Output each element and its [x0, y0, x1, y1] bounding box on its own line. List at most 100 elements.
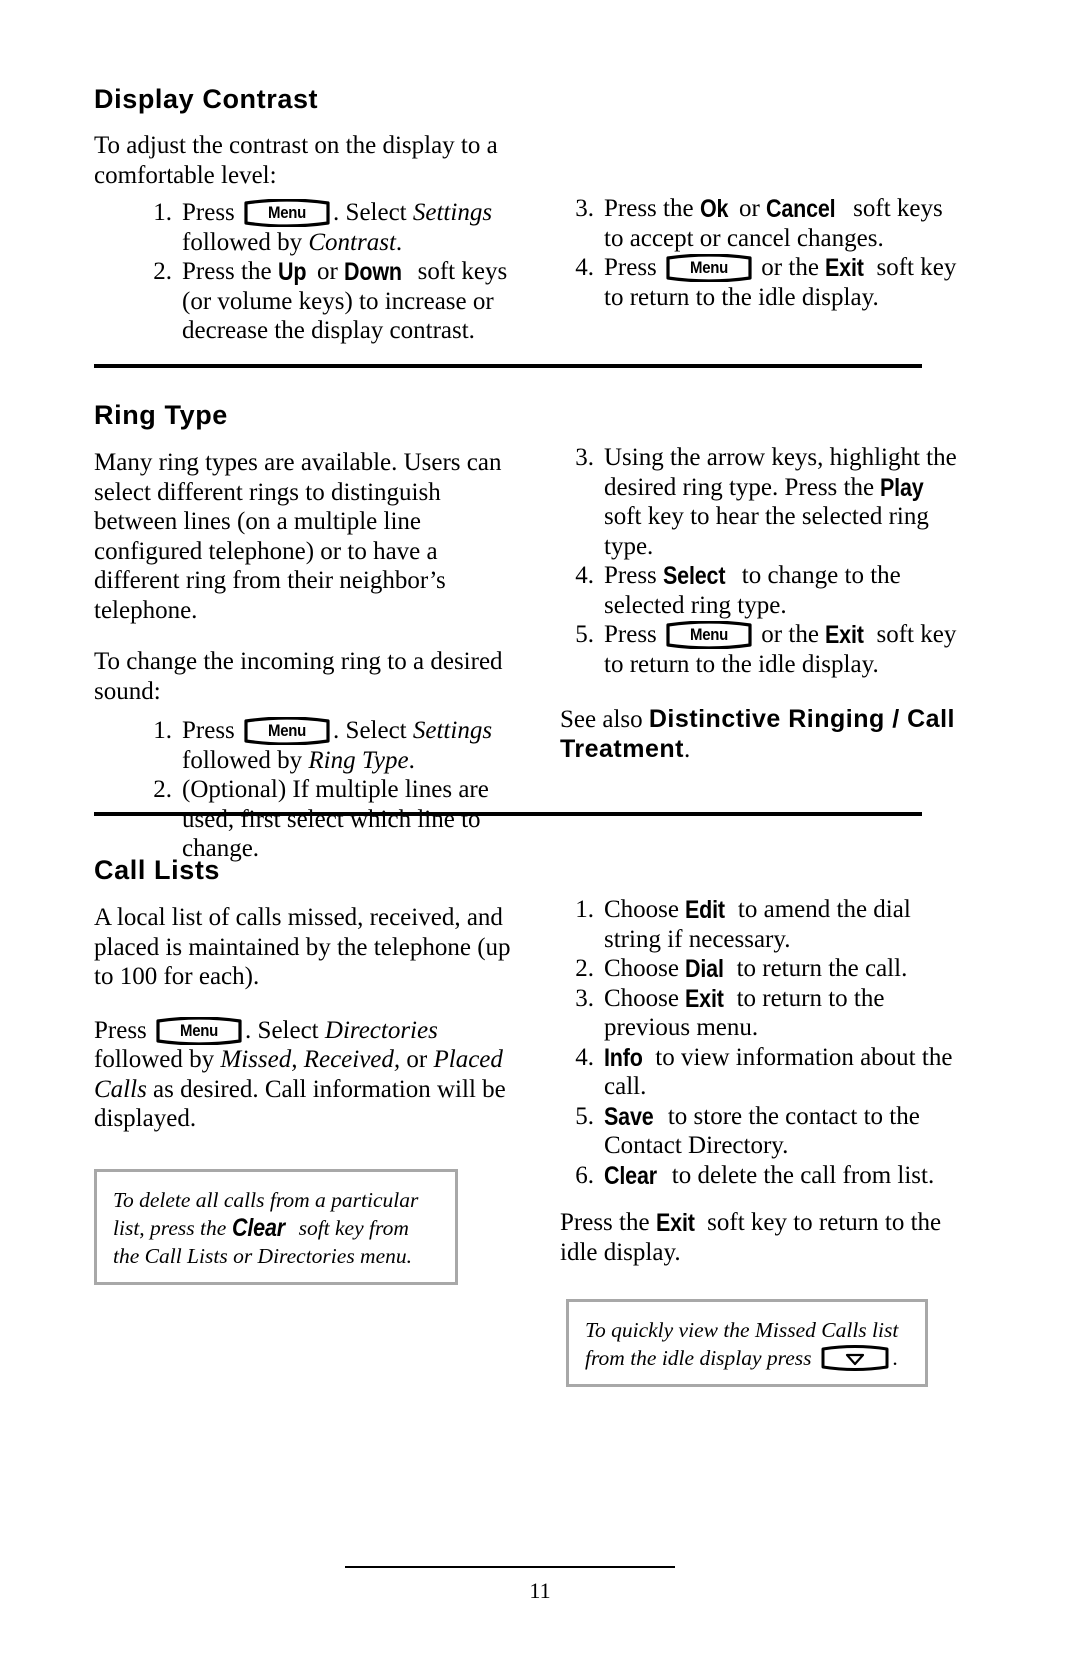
see-also-trail: . — [683, 735, 691, 763]
section-divider-2 — [94, 812, 922, 816]
step-number: 3. — [575, 195, 594, 222]
step-number: 4. — [575, 562, 594, 589]
list-item: 2. Choose Dial to return the call. — [560, 954, 960, 984]
emphasis-text: Settings — [412, 199, 493, 226]
call-lists-closing: Press the Exit soft key to return to the… — [560, 1209, 942, 1266]
soft-key-label: Clear — [231, 1213, 285, 1242]
step-number: 2. — [153, 258, 172, 285]
section-ring-type-left: Ring Type Many ring types are available.… — [94, 400, 512, 864]
list-item: 3. Press the Ok or Cancel soft keys to ac… — [560, 194, 960, 253]
step-text: Press the Up or Down soft keys (or volum… — [182, 258, 508, 344]
page-number: 11 — [529, 1578, 551, 1603]
step-text: Press Menu or the Exit soft key to retur… — [604, 254, 957, 311]
step-number: 1. — [153, 717, 172, 744]
list-item: 5. Save to store the contact to the Conta… — [560, 1102, 960, 1161]
section-divider-1 — [94, 364, 922, 368]
menu-key-icon: Menu — [665, 621, 753, 649]
list-item: 4. Press Select to change to the selected… — [560, 561, 960, 620]
step-number: 3. — [575, 444, 594, 471]
step-number: 1. — [575, 896, 594, 923]
emphasis-text: Ring Type — [308, 746, 409, 774]
step-text: Press Select to change to the selected r… — [604, 562, 901, 619]
section-call-lists-right: 1. Choose Edit to amend the dial string i… — [560, 895, 960, 1387]
soft-key-label: Dial — [685, 955, 725, 983]
list-item: 1. Press Menu. Select Settings followed b… — [138, 716, 512, 775]
step-number: 4. — [575, 254, 594, 281]
see-also-lead: See also — [560, 706, 649, 733]
emphasis-text: Missed, Received, — [220, 1046, 401, 1073]
emphasis-text: Directories — [324, 1016, 438, 1044]
step-number: 3. — [575, 984, 594, 1012]
call-lists-steps-right: 1. Choose Edit to amend the dial string i… — [560, 895, 960, 1190]
step-number: 2. — [575, 955, 594, 982]
soft-key-label: Up — [277, 258, 307, 286]
list-item: 2. Press the Up or Down soft keys (or vol… — [138, 257, 512, 346]
call-lists-intro-2: Press Menu. Select Directories followed … — [94, 1016, 506, 1132]
section-ring-type-right: 3. Using the arrow keys, highlight the de… — [560, 443, 960, 764]
note-text: To delete all calls from a particular li… — [113, 1187, 419, 1268]
soft-key-label: Play — [880, 473, 924, 502]
soft-key-label: Clear — [604, 1161, 657, 1190]
heading-ring-type: Ring Type — [94, 400, 228, 430]
note-box-delete-calls: To delete all calls from a particular li… — [94, 1168, 458, 1285]
heading-call-lists: Call Lists — [94, 855, 221, 885]
note-box-missed-calls: To quickly view the Missed Calls list fr… — [566, 1299, 928, 1387]
list-item: 4. Info to view information about the cal… — [560, 1043, 960, 1102]
list-item: 1. Choose Edit to amend the dial string i… — [560, 895, 960, 954]
step-text: Save to store the contact to the Contact… — [604, 1102, 920, 1160]
menu-key-icon: Menu — [155, 1016, 243, 1045]
section-display-contrast-left: Display Contrast To adjust the contrast … — [94, 84, 512, 346]
step-number: 5. — [575, 621, 594, 648]
ring-type-intro-2: To change the incoming ring to a desired… — [94, 648, 503, 705]
soft-key-label: Exit — [825, 254, 864, 282]
soft-key-label: Edit — [685, 896, 726, 924]
emphasis-text: Settings — [412, 717, 493, 744]
step-text: Using the arrow keys, highlight the desi… — [604, 444, 957, 560]
menu-key-icon: Menu — [243, 199, 331, 227]
step-number: 2. — [153, 776, 172, 803]
soft-key-label: Info — [604, 1043, 643, 1072]
step-text: Choose Dial to return the call. — [604, 955, 908, 983]
step-number: 1. — [153, 199, 172, 226]
step-text: Press the Ok or Cancel soft keys to acce… — [604, 195, 943, 252]
ring-type-intro: Many ring types are available. Users can… — [94, 449, 502, 624]
list-item: 1. Press Menu. Select Settings followed b… — [138, 198, 512, 257]
ring-type-steps-left: 1. Press Menu. Select Settings followed b… — [138, 716, 512, 864]
soft-key-label: Exit — [685, 984, 725, 1013]
note-text: To quickly view the Missed Calls list fr… — [585, 1318, 899, 1371]
step-text: (Optional) If multiple lines are used, f… — [182, 776, 489, 862]
call-lists-intro: A local list of calls missed, received, … — [94, 904, 511, 990]
step-number: 4. — [575, 1043, 594, 1071]
soft-key-label: Save — [604, 1102, 654, 1131]
emphasis-text: Contrast — [308, 228, 396, 256]
list-item: 5. Press Menu or the Exit soft key to ret… — [560, 620, 960, 679]
list-item: 2. (Optional) If multiple lines are used,… — [138, 775, 512, 864]
see-also-line: See also Distinctive Ringing / Call Trea… — [560, 705, 960, 764]
step-text: Choose Edit to amend the dial string if … — [604, 896, 911, 953]
step-text: Press Menu or the Exit soft key to retur… — [604, 621, 957, 678]
list-item: 3. Choose Exit to return to the previous … — [560, 984, 960, 1043]
step-text: Info to view information about the call. — [604, 1043, 953, 1101]
step-number: 6. — [575, 1161, 594, 1189]
display-contrast-intro: To adjust the contrast on the display to… — [94, 132, 498, 189]
soft-key-label: Select — [663, 562, 726, 590]
step-text: Press Menu. Select Settings followed by … — [182, 717, 493, 774]
footer-divider — [345, 1566, 675, 1568]
document-page: Display Contrast To adjust the contrast … — [0, 0, 1080, 1669]
display-contrast-steps-right: 3. Press the Ok or Cancel soft keys to ac… — [560, 194, 960, 312]
menu-key-icon: Menu — [243, 717, 331, 745]
list-item: 6. Clear to delete the call from list. — [560, 1161, 960, 1191]
soft-key-label: Exit — [825, 621, 864, 649]
step-text: Press Menu. Select Settings followed by … — [182, 199, 493, 256]
list-item: 4. Press Menu or the Exit soft key to ret… — [560, 253, 960, 312]
soft-key-label: Exit — [655, 1209, 695, 1237]
section-call-lists-left: Call Lists A local list of calls missed,… — [94, 855, 512, 1285]
menu-key-icon: Menu — [665, 254, 753, 282]
heading-display-contrast: Display Contrast — [94, 84, 319, 114]
soft-key-label: Ok — [699, 195, 729, 223]
list-item: 3. Using the arrow keys, highlight the de… — [560, 443, 960, 561]
step-number: 5. — [575, 1102, 594, 1130]
ring-type-steps-right: 3. Using the arrow keys, highlight the de… — [560, 443, 960, 679]
step-text: Choose Exit to return to the previous me… — [604, 984, 885, 1042]
section-display-contrast-right: 3. Press the Ok or Cancel soft keys to ac… — [560, 194, 960, 312]
